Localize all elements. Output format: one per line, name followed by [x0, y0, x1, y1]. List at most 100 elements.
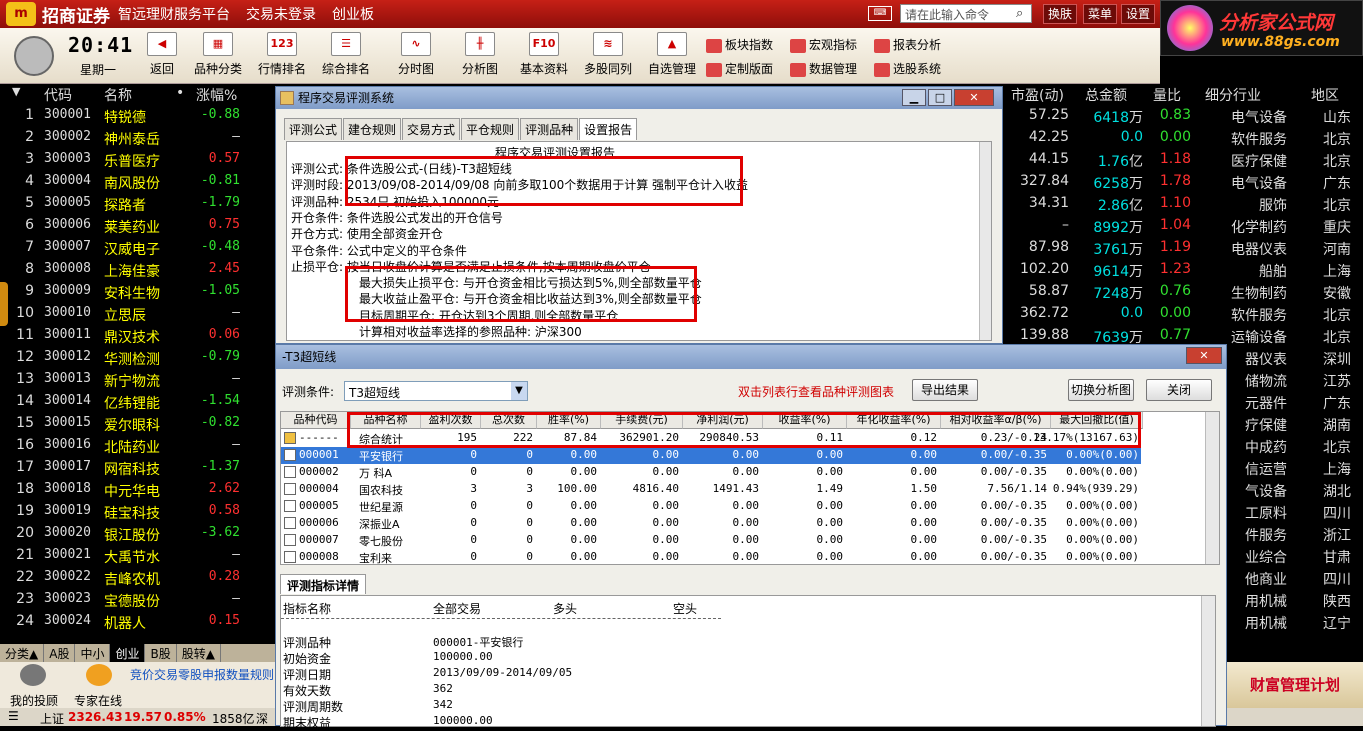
header-pe[interactable]: 市盈(动) [1011, 85, 1064, 105]
table-row[interactable]: 2 300002 神州泰岳 – [0, 127, 275, 149]
skin-button[interactable]: 换肤 [1043, 4, 1078, 24]
switch-chart-button[interactable]: 切换分析图 [1068, 379, 1134, 401]
report-scrollbar[interactable] [979, 142, 991, 340]
table-scrollbar[interactable] [1205, 412, 1219, 564]
table-row[interactable]: 20 300020 银江股份 -3.62 [0, 523, 275, 545]
table-row-right[interactable]: 42.25 0.0 0.00 软件服务 北京 [1005, 127, 1363, 149]
small-tool-4[interactable]: 数据管理 [790, 59, 857, 79]
expert-avatar-icon[interactable] [86, 664, 112, 686]
advisor-avatar-icon[interactable] [20, 664, 46, 686]
small-tool-1[interactable]: 宏观指标 [790, 35, 857, 55]
table-row[interactable]: 000004 国农科技 3 3 100.00 4816.40 1491.43 1.49 1.50… [281, 481, 1141, 498]
header-amount[interactable]: 总金额 [1085, 85, 1127, 105]
market-tab-4[interactable]: B股 [145, 644, 177, 662]
header-code[interactable]: 代码 [44, 85, 72, 105]
table-row-right[interactable]: 327.84 6258万 1.78 电气设备 广东 [1005, 171, 1363, 193]
tool-7[interactable]: ≋ 多股同列 [576, 32, 640, 77]
table-row[interactable]: 000005 世纪星源 0 0 0.00 0.00 0.00 0.00 0.00 0.00/-0.… [281, 498, 1141, 515]
table-row[interactable]: 14 300014 亿纬锂能 -1.54 [0, 391, 275, 413]
tool-5[interactable]: ╫ 分析图 [448, 32, 512, 77]
header-name[interactable]: 名称 [104, 85, 132, 105]
detail-tab[interactable]: 评测指标详情 [280, 574, 367, 594]
tool-1[interactable]: ▦ 品种分类 [186, 32, 250, 77]
column-header[interactable]: 品种代码 [281, 412, 351, 429]
table-row[interactable]: 000002 万 科A 0 0 0.00 0.00 0.00 0.00 0.00 0.00/-0.… [281, 464, 1141, 481]
table-row[interactable]: 15 300015 爱尔眼科 -0.82 [0, 413, 275, 435]
status-menu-icon[interactable]: ☰ [8, 709, 19, 723]
table-row-right[interactable]: 102.20 9614万 1.23 船舶 上海 [1005, 259, 1363, 281]
table-row[interactable]: 24 300024 机器人 0.15 [0, 611, 275, 633]
tool-8[interactable]: ▲ 自选管理 [640, 32, 704, 77]
results-close-icon[interactable]: ✕ [1186, 347, 1222, 364]
header-region[interactable]: 地区 [1311, 85, 1339, 105]
market-tab-1[interactable]: A股 [44, 644, 76, 662]
export-button[interactable]: 导出结果 [912, 379, 978, 401]
header-industry[interactable]: 细分行业 [1205, 85, 1261, 105]
table-row[interactable]: 1 300001 特锐德 -0.88 [0, 105, 275, 127]
expert-online-link[interactable]: 专家在线 [74, 692, 122, 709]
table-row-right[interactable]: 58.87 7248万 0.76 生物制药 安徽 [1005, 281, 1363, 303]
header-volume-ratio[interactable]: 量比 [1153, 85, 1181, 105]
table-row[interactable]: 19 300019 硅宝科技 0.58 [0, 501, 275, 523]
table-row[interactable]: 17 300017 网宿科技 -1.37 [0, 457, 275, 479]
config-tab-5[interactable]: 设置报告 [579, 118, 638, 140]
results-title-bar[interactable]: -T3超短线 ✕ [276, 345, 1226, 369]
tool-2[interactable]: 123 行情排名 [250, 32, 314, 77]
table-row[interactable]: 11 300011 鼎汉技术 0.06 [0, 325, 275, 347]
window-title-bar[interactable]: 程序交易评测系统 ▁ □ ✕ [276, 87, 1002, 109]
market-tab-5[interactable]: 股转▲ [177, 644, 221, 662]
table-row[interactable]: 6 300006 莱美药业 0.75 [0, 215, 275, 237]
table-row[interactable]: 3 300003 乐普医疗 0.57 [0, 149, 275, 171]
condition-select[interactable]: T3超短线 ▼ [344, 381, 528, 401]
config-tab-4[interactable]: 评测品种 [520, 118, 579, 140]
table-row[interactable]: 18 300018 中元华电 2.62 [0, 479, 275, 501]
maximize-icon[interactable]: □ [928, 89, 952, 106]
small-tool-5[interactable]: 选股系统 [874, 59, 941, 79]
keyboard-icon[interactable]: ⌨ [868, 6, 892, 21]
table-row[interactable]: 22 300022 吉峰农机 0.28 [0, 567, 275, 589]
sort-arrow-icon[interactable]: ▼ [12, 85, 20, 98]
table-row[interactable]: 7 300007 汉威电子 -0.48 [0, 237, 275, 259]
config-tab-3[interactable]: 平仓规则 [461, 118, 520, 140]
table-row[interactable]: 13 300013 新宁物流 – [0, 369, 275, 391]
settings-button[interactable]: 设置 [1121, 4, 1156, 24]
table-row[interactable]: 000001 平安银行 0 0 0.00 0.00 0.00 0.00 0.00 0.00/-0.… [281, 447, 1141, 464]
tool-4[interactable]: ∿ 分时图 [384, 32, 448, 77]
table-row[interactable]: 21 300021 大禹节水 – [0, 545, 275, 567]
wealth-plan-ad[interactable]: 财富管理计划 [1227, 662, 1363, 708]
header-change[interactable]: 涨幅% [196, 85, 237, 105]
table-row[interactable]: 9 300009 安科生物 -1.05 [0, 281, 275, 303]
board-label[interactable]: 创业板 [332, 4, 374, 24]
config-tab-1[interactable]: 建仓规则 [343, 118, 402, 140]
table-row-right[interactable]: –8992万 1.04 化学制药 重庆 [1005, 215, 1363, 237]
table-row-right[interactable]: 57.25 6418万 0.83 电气设备 山东 [1005, 105, 1363, 127]
tool-6[interactable]: F10 基本资料 [512, 32, 576, 77]
command-input[interactable]: 请在此输入命令 [900, 4, 1032, 23]
config-tab-2[interactable]: 交易方式 [402, 118, 461, 140]
market-tab-2[interactable]: 中小 [75, 644, 111, 662]
chevron-down-icon[interactable]: ▼ [511, 382, 527, 400]
close-button[interactable]: 关闭 [1146, 379, 1212, 401]
table-row[interactable]: 000008 宝利来 0 0 0.00 0.00 0.00 0.00 0.00 0.00/-0.3… [281, 549, 1141, 564]
small-tool-2[interactable]: 报表分析 [874, 35, 941, 55]
table-row[interactable]: 23 300023 宝德股份 – [0, 589, 275, 611]
table-row-right[interactable]: 87.98 3761万 1.19 电器仪表 河南 [1005, 237, 1363, 259]
table-row[interactable]: 5 300005 探路者 -1.79 [0, 193, 275, 215]
close-icon[interactable]: ✕ [954, 89, 994, 106]
my-advisor-link[interactable]: 我的投顾 [10, 692, 58, 709]
table-row-right[interactable]: 44.15 1.76亿 1.18 医疗保健 北京 [1005, 149, 1363, 171]
tool-0[interactable]: ◀ 返回 [130, 32, 194, 77]
table-row-right[interactable]: 362.72 0.0 0.00 软件服务 北京 [1005, 303, 1363, 325]
news-ticker[interactable]: 竞价交易零股申报数量规则 [130, 666, 274, 683]
detail-scrollbar[interactable] [1201, 596, 1215, 726]
small-tool-0[interactable]: 板块指数 [706, 35, 773, 55]
market-tab-3[interactable]: 创业 [110, 644, 146, 662]
table-row[interactable]: 16 300016 北陆药业 – [0, 435, 275, 457]
side-expand-tab[interactable] [0, 282, 8, 326]
table-row-right[interactable]: 34.31 2.86亿 1.10 服饰 北京 [1005, 193, 1363, 215]
minimize-icon[interactable]: ▁ [902, 89, 926, 106]
tool-3[interactable]: ☰ 综合排名 [314, 32, 378, 77]
search-icon[interactable]: ⌕ [1016, 6, 1023, 21]
table-row[interactable]: 10 300010 立思辰 – [0, 303, 275, 325]
small-tool-3[interactable]: 定制版面 [706, 59, 773, 79]
